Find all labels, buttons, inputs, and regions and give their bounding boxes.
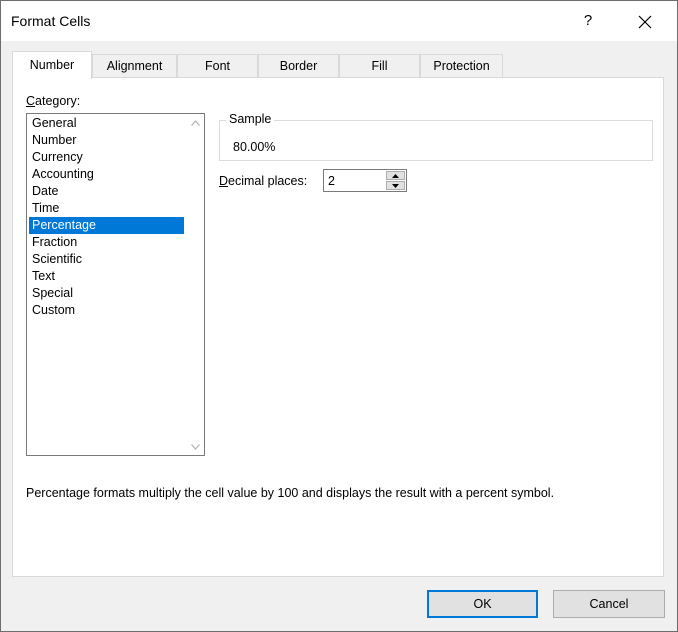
sample-value: 80.00% — [233, 140, 276, 154]
scroll-up-button[interactable] — [187, 114, 204, 131]
category-listbox[interactable]: General Number Currency Accounting Date … — [26, 113, 205, 456]
category-item-general[interactable]: General — [29, 115, 184, 132]
decimal-places-label-text: ecimal places: — [228, 174, 308, 188]
title-bar: Format Cells ? — [1, 1, 677, 41]
category-item-accounting[interactable]: Accounting — [29, 166, 184, 183]
tab-protection[interactable]: Protection — [420, 54, 503, 77]
category-item-time[interactable]: Time — [29, 200, 184, 217]
category-label: Category: — [26, 94, 80, 108]
dialog-title: Format Cells — [11, 13, 91, 29]
decimal-places-input[interactable] — [324, 170, 388, 191]
category-item-text[interactable]: Text — [29, 268, 184, 285]
category-item-date[interactable]: Date — [29, 183, 184, 200]
tab-font[interactable]: Font — [177, 54, 258, 77]
number-tab-panel: Category: General Number Currency Accoun… — [12, 77, 664, 577]
category-label-text: ategory: — [35, 94, 81, 108]
decimal-places-label: Decimal places: — [219, 174, 307, 188]
decimal-places-stepper[interactable] — [323, 169, 407, 192]
category-item-fraction[interactable]: Fraction — [29, 234, 184, 251]
help-button[interactable]: ? — [569, 7, 607, 35]
triangle-up-icon — [392, 173, 399, 178]
decimal-places-accesskey: D — [219, 174, 229, 188]
format-cells-dialog: Format Cells ? Number Alignment Font Bor… — [0, 0, 678, 632]
category-item-percentage[interactable]: Percentage — [29, 217, 184, 234]
close-icon — [638, 15, 652, 29]
format-description: Percentage formats multiply the cell val… — [26, 486, 555, 500]
decimal-increment-button[interactable] — [386, 171, 405, 180]
tab-alignment[interactable]: Alignment — [92, 54, 177, 77]
ok-button[interactable]: OK — [427, 590, 538, 618]
category-label-accesskey: C — [26, 94, 36, 108]
chevron-down-icon — [191, 443, 200, 450]
category-scrollbar[interactable] — [187, 114, 204, 455]
tab-border[interactable]: Border — [258, 54, 339, 77]
category-item-number[interactable]: Number — [29, 132, 184, 149]
decimal-decrement-button[interactable] — [386, 181, 405, 190]
scroll-down-button[interactable] — [187, 438, 204, 455]
tab-fill[interactable]: Fill — [339, 54, 420, 77]
cancel-button[interactable]: Cancel — [553, 590, 665, 618]
category-item-special[interactable]: Special — [29, 285, 184, 302]
tab-number[interactable]: Number — [12, 51, 92, 79]
category-item-currency[interactable]: Currency — [29, 149, 184, 166]
category-item-scientific[interactable]: Scientific — [29, 251, 184, 268]
category-item-custom[interactable]: Custom — [29, 302, 184, 319]
close-button[interactable] — [623, 7, 667, 35]
sample-group: Sample 80.00% — [219, 112, 653, 161]
chevron-up-icon — [191, 119, 200, 126]
triangle-down-icon — [392, 183, 399, 188]
sample-legend: Sample — [226, 112, 275, 126]
